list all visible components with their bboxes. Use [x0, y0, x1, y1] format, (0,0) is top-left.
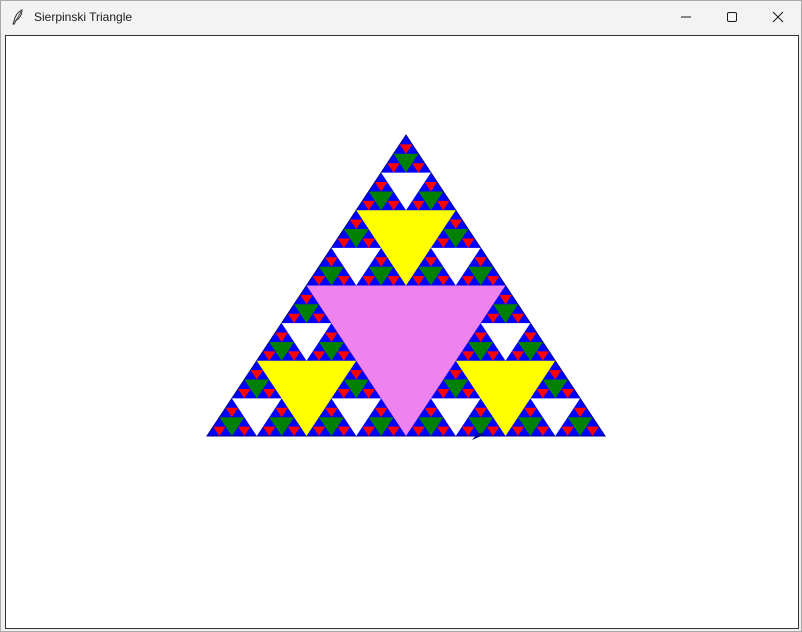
app-window: Sierpinski Triangle: [0, 0, 802, 632]
maximize-icon: [726, 11, 738, 23]
maximize-button[interactable]: [709, 1, 755, 33]
feather-icon: [10, 9, 26, 25]
minimize-button[interactable]: [663, 1, 709, 33]
close-button[interactable]: [755, 1, 801, 33]
window-title: Sierpinski Triangle: [34, 10, 133, 24]
drawing-canvas[interactable]: [5, 35, 799, 629]
minimize-icon: [680, 11, 692, 23]
title-bar[interactable]: Sierpinski Triangle: [1, 1, 801, 33]
close-icon: [772, 11, 784, 23]
sierpinski-triangle: [206, 134, 606, 440]
